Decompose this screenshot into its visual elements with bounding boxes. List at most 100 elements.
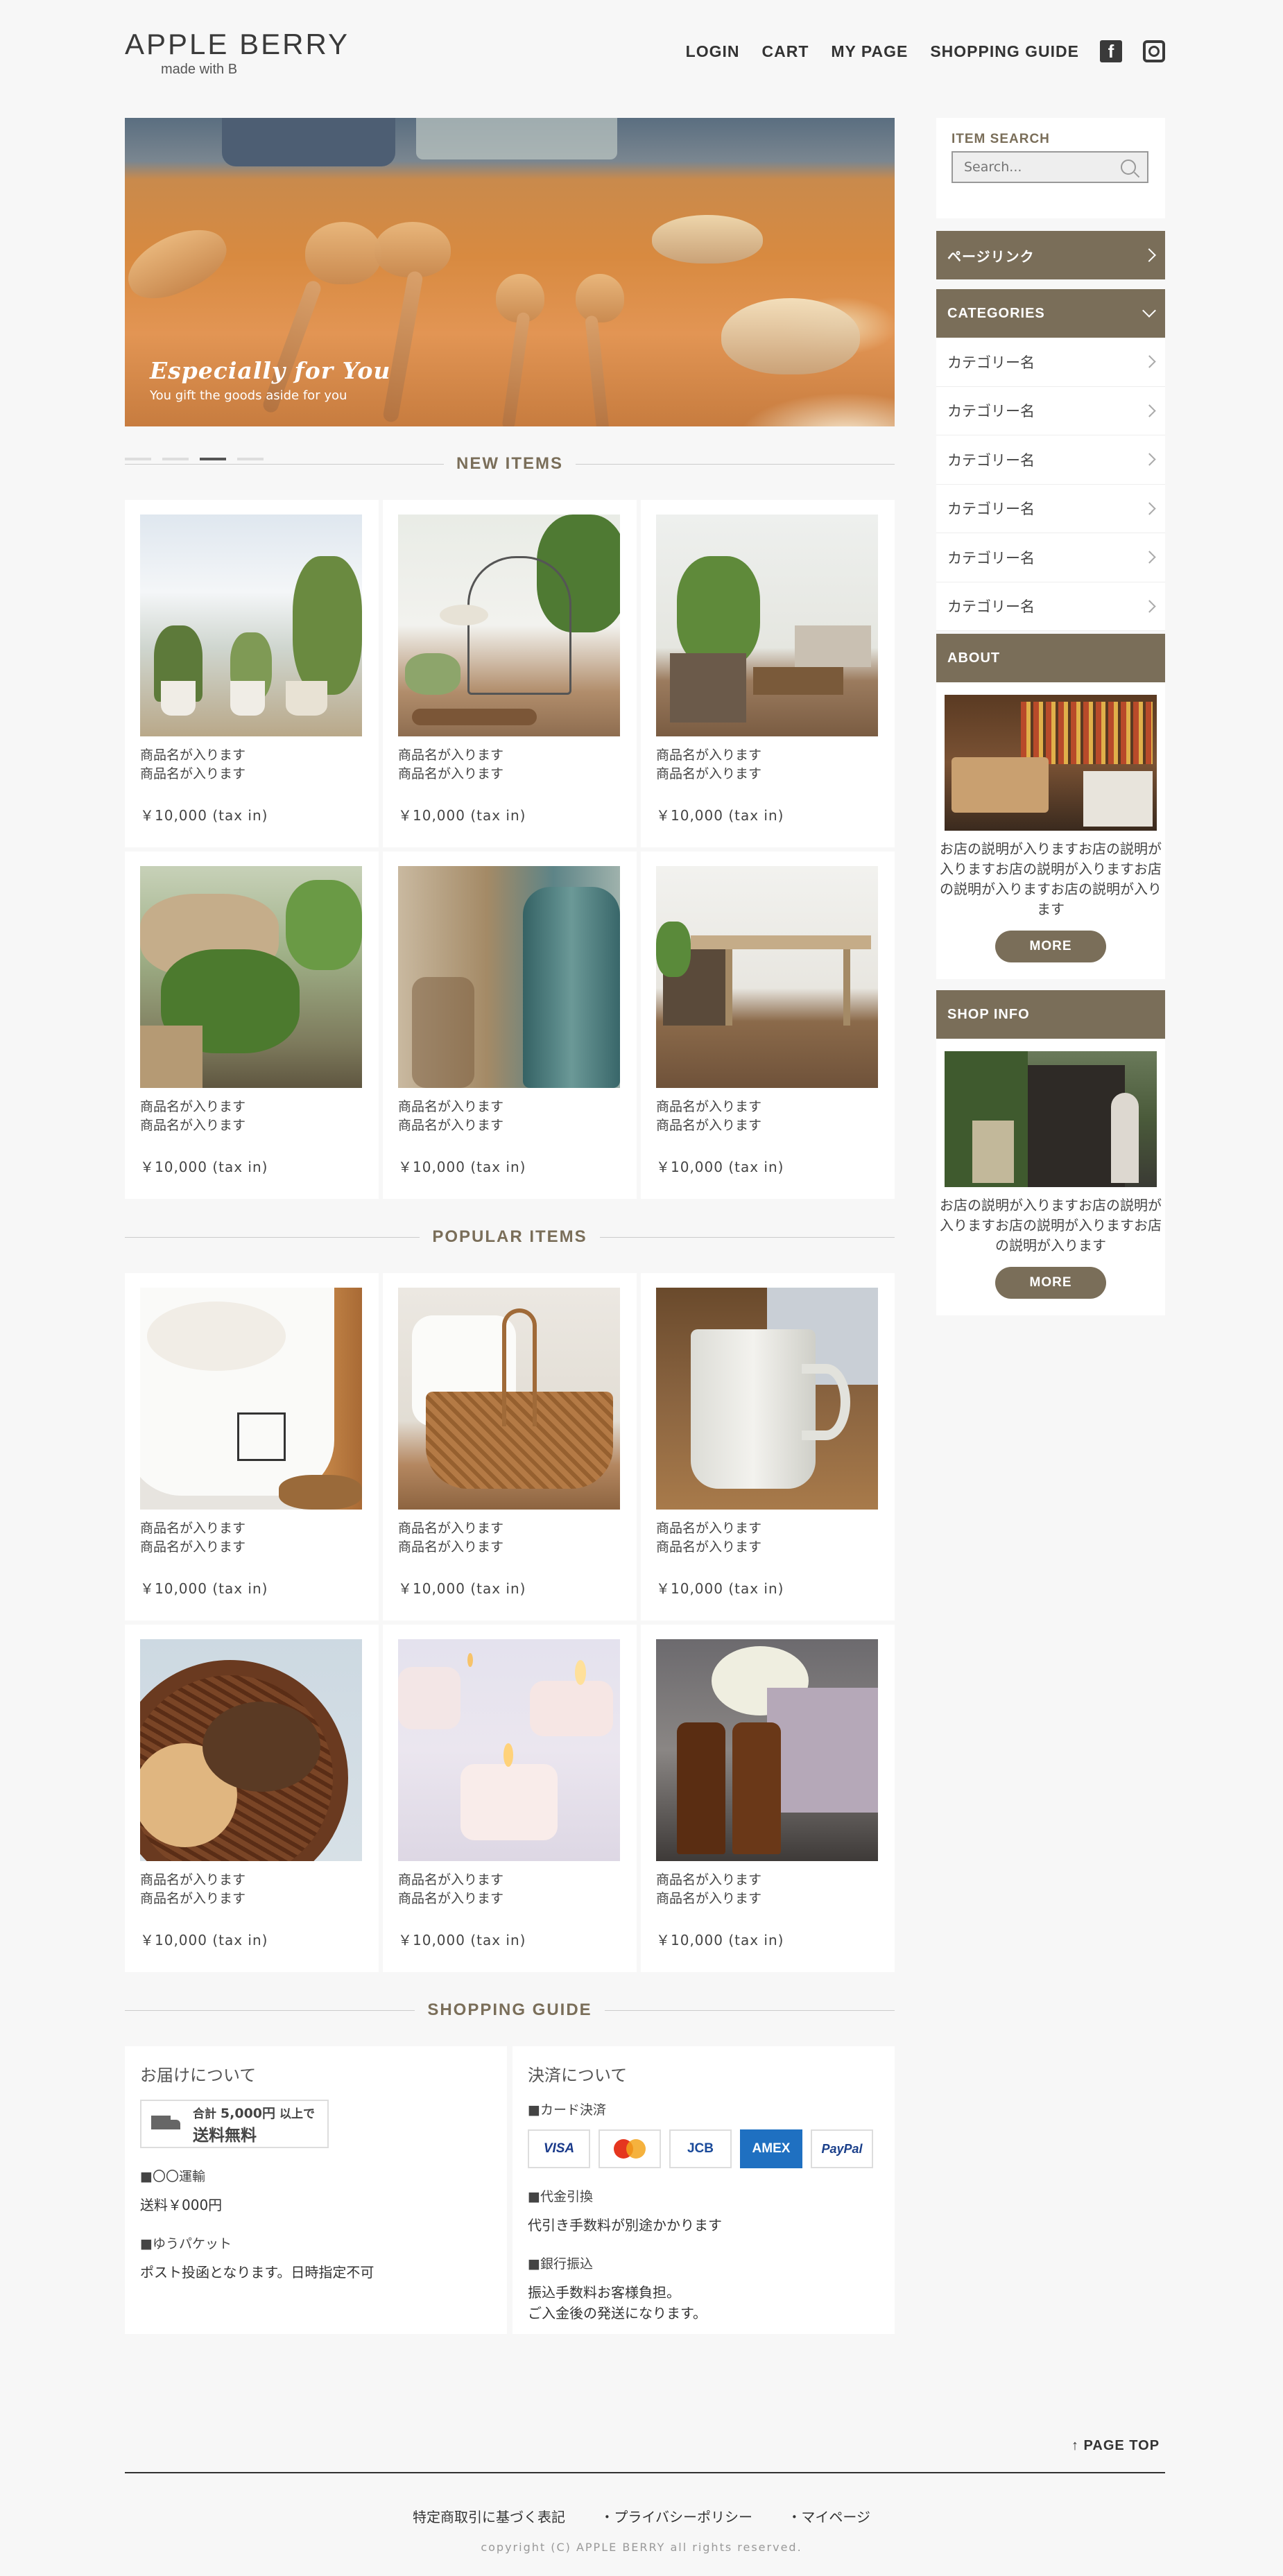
hero-spoon-handle	[585, 315, 610, 426]
product-name[interactable]: 商品名が入ります 商品名が入ります	[140, 1871, 363, 1908]
product-image[interactable]	[398, 515, 620, 736]
search-icon[interactable]	[1121, 159, 1136, 175]
search-input[interactable]	[964, 159, 1103, 175]
product-card[interactable]: 商品名が入ります 商品名が入ります ￥10,000 (tax in)	[383, 500, 637, 847]
category-item[interactable]: カテゴリー名	[936, 533, 1165, 582]
footer-link-legal[interactable]: 特定商取引に基づく表記	[413, 2509, 565, 2525]
product-name[interactable]: 商品名が入ります 商品名が入ります	[398, 1871, 621, 1908]
product-name[interactable]: 商品名が入ります 商品名が入ります	[656, 1098, 879, 1135]
product-name-line: 商品名が入ります	[656, 1539, 762, 1555]
product-image[interactable]	[398, 866, 620, 1088]
hero-slider[interactable]: Especially for You You gift the goods as…	[125, 118, 895, 426]
product-name[interactable]: 商品名が入ります 商品名が入ります	[140, 1519, 363, 1557]
hero-spoon	[305, 222, 381, 284]
copyright: copyright (C) APPLE BERRY all rights res…	[481, 2541, 802, 2554]
about-image	[945, 695, 1157, 831]
product-name[interactable]: 商品名が入ります 商品名が入ります	[140, 1098, 363, 1135]
section-heading-shopping-guide: SHOPPING GUIDE	[125, 1996, 895, 2024]
product-card[interactable]: 商品名が入ります 商品名が入ります ￥10,000 (tax in)	[641, 500, 895, 847]
product-image[interactable]	[398, 1639, 620, 1861]
product-name-line: 商品名が入ります	[140, 1521, 246, 1536]
product-card[interactable]: 商品名が入ります 商品名が入ります ￥10,000 (tax in)	[383, 1625, 637, 1972]
categories-bar[interactable]: CATEGORIES	[936, 289, 1165, 338]
product-card[interactable]: 商品名が入ります 商品名が入ります ￥10,000 (tax in)	[383, 1273, 637, 1620]
product-price: ￥10,000 (tax in)	[398, 807, 526, 824]
footer-link-privacy[interactable]: ・プライバシーポリシー	[600, 2509, 752, 2525]
product-card[interactable]: 商品名が入ります 商品名が入ります ￥10,000 (tax in)	[125, 852, 379, 1199]
product-name[interactable]: 商品名が入ります 商品名が入ります	[398, 1098, 621, 1135]
section-title: NEW ITEMS	[456, 454, 563, 473]
product-name-line: 商品名が入ります	[656, 1891, 762, 1906]
product-name[interactable]: 商品名が入ります 商品名が入ります	[656, 1871, 879, 1908]
product-name[interactable]: 商品名が入ります 商品名が入ります	[398, 1519, 621, 1557]
product-image[interactable]	[656, 1288, 878, 1510]
logo-text: APPLE BERRY	[125, 28, 350, 60]
shop-info-more-button[interactable]: MORE	[995, 1267, 1106, 1299]
product-name-line: 商品名が入ります	[656, 1099, 762, 1114]
delivery-title: お届けについて	[140, 2066, 257, 2085]
product-image[interactable]	[656, 866, 878, 1088]
product-image[interactable]	[140, 1639, 362, 1861]
product-price: ￥10,000 (tax in)	[398, 1159, 526, 1175]
page-link-bar[interactable]: ページリンク	[936, 231, 1165, 279]
product-image[interactable]	[140, 515, 362, 736]
product-name-line: 商品名が入ります	[140, 1118, 246, 1133]
hero-spoon	[576, 274, 624, 322]
category-item[interactable]: カテゴリー名	[936, 435, 1165, 485]
product-name[interactable]: 商品名が入ります 商品名が入ります	[398, 746, 621, 784]
product-image[interactable]	[140, 1288, 362, 1510]
badge-suffix: 以上で	[279, 2107, 315, 2121]
instagram-icon[interactable]	[1143, 40, 1165, 62]
search-field[interactable]	[952, 151, 1148, 183]
hero-ladle	[721, 298, 860, 374]
shop-info-image	[945, 1051, 1157, 1187]
cod-text: 代引き手数料が別途かかります	[528, 2217, 722, 2233]
mastercard-icon	[599, 2129, 661, 2168]
product-name[interactable]: 商品名が入ります 商品名が入ります	[140, 746, 363, 784]
footer-link-mypage[interactable]: ・マイページ	[787, 2509, 870, 2525]
free-shipping-badge: 合計 5,000円 以上で 送料無料	[140, 2100, 329, 2148]
product-name-line: 商品名が入ります	[398, 766, 504, 781]
about-bar: ABOUT	[936, 634, 1165, 682]
site-logo[interactable]: APPLE BERRY made with B	[125, 28, 350, 78]
hero-subtitle: You gift the goods aside for you	[150, 388, 347, 403]
category-item[interactable]: カテゴリー名	[936, 485, 1165, 533]
product-name[interactable]: 商品名が入ります 商品名が入ります	[656, 746, 879, 784]
nav-cart[interactable]: CART	[762, 42, 809, 61]
product-image[interactable]	[656, 515, 878, 736]
chevron-down-icon	[1142, 304, 1156, 318]
product-card[interactable]: 商品名が入ります 商品名が入ります ￥10,000 (tax in)	[641, 852, 895, 1199]
product-name-line: 商品名が入ります	[140, 1539, 246, 1555]
product-name-line: 商品名が入ります	[656, 1521, 762, 1536]
product-price: ￥10,000 (tax in)	[140, 1159, 268, 1175]
product-card[interactable]: 商品名が入ります 商品名が入ります ￥10,000 (tax in)	[641, 1273, 895, 1620]
nav-login[interactable]: LOGIN	[686, 42, 740, 61]
product-image[interactable]	[398, 1288, 620, 1510]
page-link-label: ページリンク	[947, 249, 1035, 265]
category-item[interactable]: カテゴリー名	[936, 582, 1165, 631]
product-image[interactable]	[656, 1639, 878, 1861]
product-name-line: 商品名が入ります	[656, 1118, 762, 1133]
categories-label: CATEGORIES	[947, 305, 1045, 321]
product-card[interactable]: 商品名が入ります 商品名が入ります ￥10,000 (tax in)	[125, 500, 379, 847]
product-name-line: 商品名が入ります	[656, 766, 762, 781]
product-card[interactable]: 商品名が入ります 商品名が入ります ￥10,000 (tax in)	[641, 1625, 895, 1972]
hero-box-shape	[416, 118, 617, 159]
carrier-text: 送料￥000円	[140, 2197, 223, 2213]
category-item[interactable]: カテゴリー名	[936, 387, 1165, 435]
product-card[interactable]: 商品名が入ります 商品名が入ります ￥10,000 (tax in)	[125, 1273, 379, 1620]
product-image[interactable]	[140, 866, 362, 1088]
about-more-button[interactable]: MORE	[995, 931, 1106, 962]
product-card[interactable]: 商品名が入ります 商品名が入ります ￥10,000 (tax in)	[383, 852, 637, 1199]
nav-my-page[interactable]: MY PAGE	[831, 42, 908, 61]
chevron-right-icon	[1143, 502, 1156, 515]
item-search: ITEM SEARCH	[936, 118, 1165, 218]
facebook-icon[interactable]: f	[1100, 40, 1122, 62]
chevron-right-icon	[1143, 551, 1156, 564]
nav-shopping-guide[interactable]: SHOPPING GUIDE	[930, 42, 1079, 61]
page-top-link[interactable]: ↑ PAGE TOP	[1071, 2438, 1160, 2454]
category-item[interactable]: カテゴリー名	[936, 338, 1165, 387]
product-name[interactable]: 商品名が入ります 商品名が入ります	[656, 1519, 879, 1557]
category-label: カテゴリー名	[947, 501, 1035, 518]
product-card[interactable]: 商品名が入ります 商品名が入ります ￥10,000 (tax in)	[125, 1625, 379, 1972]
